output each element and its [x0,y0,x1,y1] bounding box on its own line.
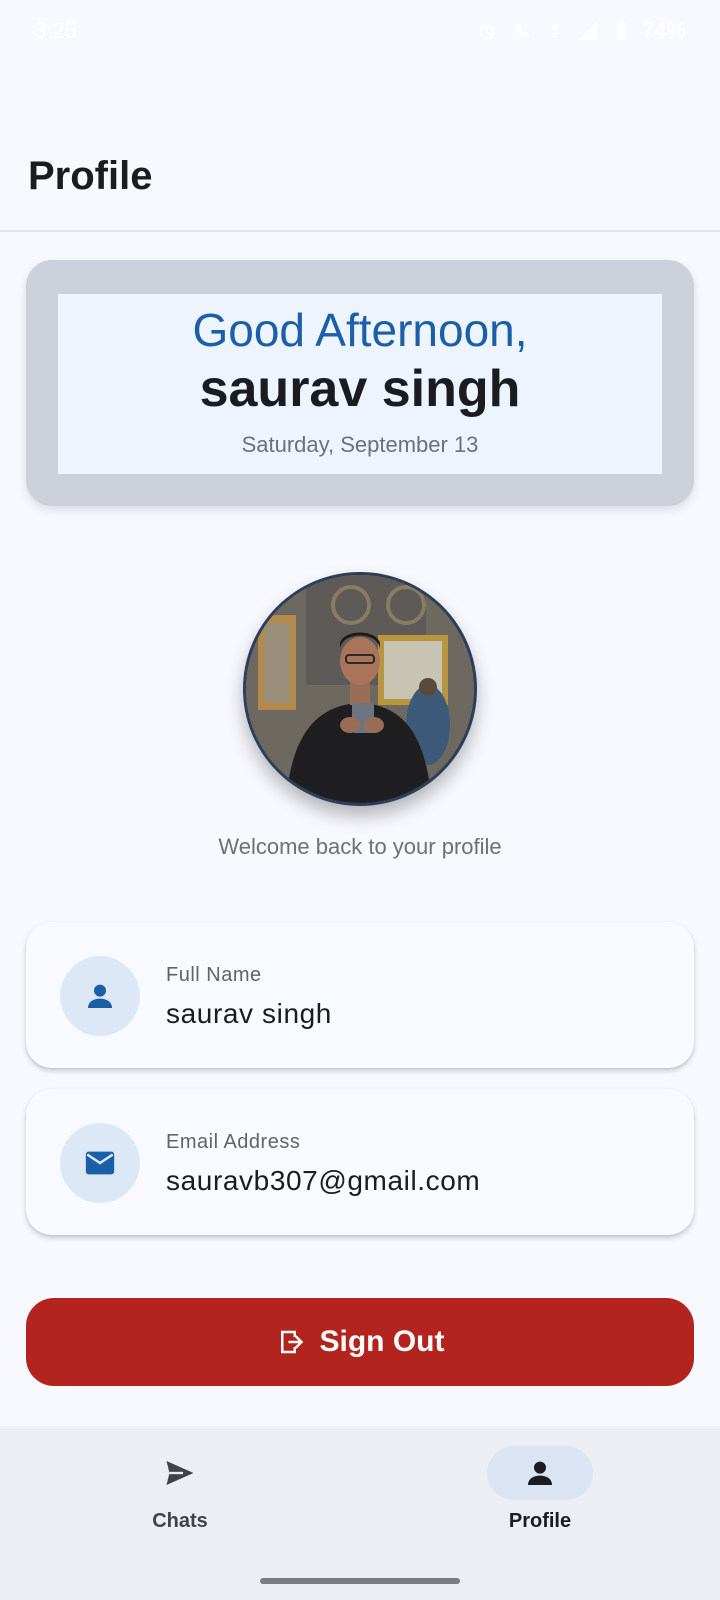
nav-profile-pill [487,1446,593,1500]
nav-chats-label: Chats [152,1510,208,1532]
person-icon [528,1461,552,1485]
mail-icon [85,1151,115,1175]
avatar-photo [246,575,474,803]
nav-profile-label: Profile [508,1510,572,1532]
person-icon [88,984,112,1008]
email-card: Email Address sauravb307@gmail.com [26,1089,694,1235]
greeting-card: Good Afternoon, saurav singh Saturday, S… [26,260,694,506]
status-bar: 3:25 74% [0,0,720,62]
email-value: sauravb307@gmail.com [166,1165,481,1196]
avatar[interactable] [243,572,477,806]
alarm-icon [479,24,495,40]
sign-out-button[interactable]: Sign Out [26,1298,694,1386]
full-name-label: Full Name [166,964,262,986]
battery-percent: 74% [641,18,686,43]
welcome-text: Welcome back to your profile [218,834,502,859]
battery-icon [616,20,626,41]
sign-out-label: Sign Out [319,1325,445,1358]
status-icons: 74% [476,18,686,44]
page-title: Profile [28,154,153,198]
email-label: Email Address [166,1131,301,1153]
greeting-date: Saturday, September 13 [241,432,479,457]
full-name-icon-circle [60,956,140,1036]
call-icon [514,22,530,38]
nav-item-chats[interactable]: Chats [0,1426,360,1566]
email-icon-circle [60,1123,140,1203]
greeting-salutation: Good Afternoon, [192,304,528,356]
logout-icon [280,1330,303,1354]
full-name-card: Full Name saurav singh [26,922,694,1068]
full-name-value: saurav singh [166,998,332,1029]
greeting-name: saurav singh [199,360,521,418]
bottom-nav: Chats Profile [0,1426,720,1600]
nav-item-profile[interactable]: Profile [360,1426,720,1566]
status-time: 3:25 [34,18,77,43]
nav-chats-pill [127,1446,233,1500]
app-bar: Profile [0,62,720,232]
send-icon [166,1461,194,1485]
data-arrows-icon [551,23,559,39]
avatar-photo-illustration [246,575,474,803]
greeting-panel: Good Afternoon, saurav singh Saturday, S… [58,294,662,474]
signal-icon [578,21,598,41]
home-indicator[interactable] [260,1578,460,1584]
